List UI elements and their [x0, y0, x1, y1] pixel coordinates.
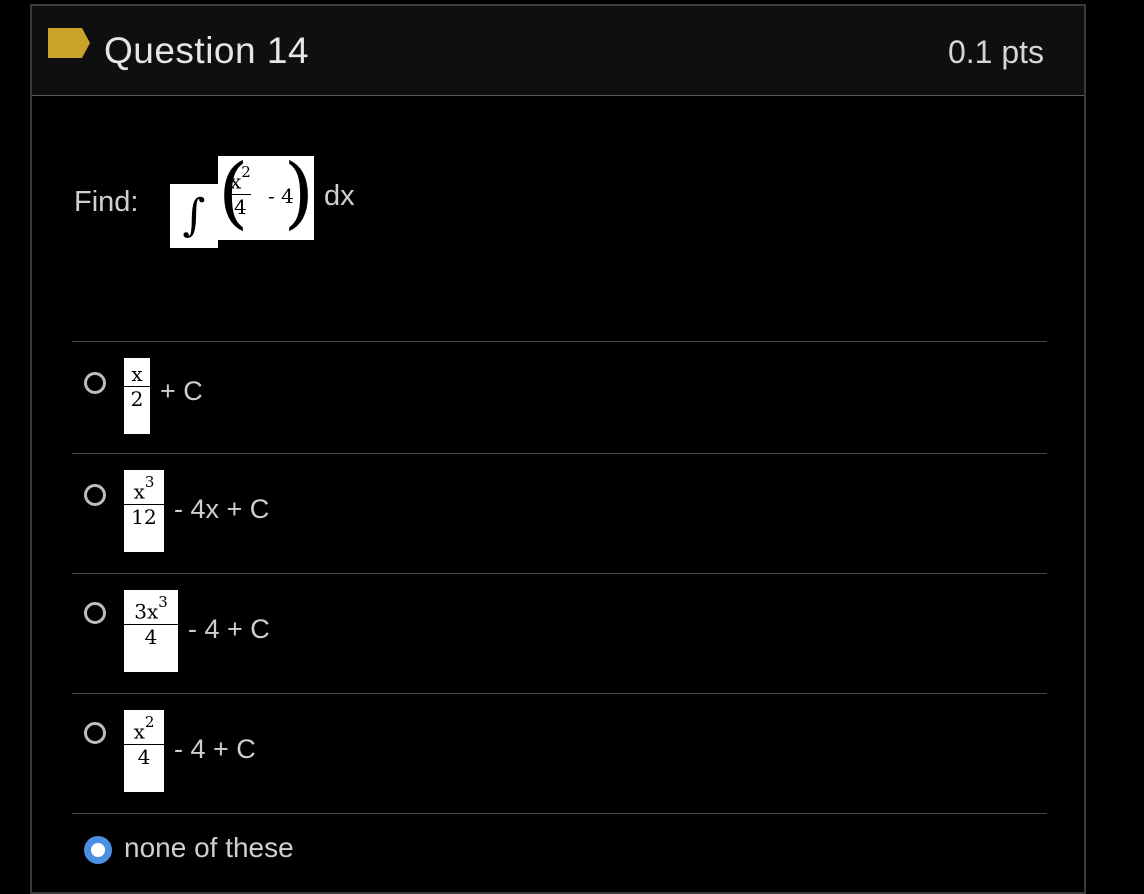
question-card: Question 14 0.1 pts Find: ∫ ( x2 4 - 4 )… [30, 4, 1086, 894]
answer-option-1[interactable]: x 2 + C [72, 341, 1047, 453]
option-2-suffix: - 4x + C [174, 494, 270, 524]
option-5-label: none of these [124, 832, 294, 863]
option-1-fraction: x 2 [124, 358, 150, 434]
option-3-fraction: 3x3 4 [124, 590, 178, 672]
option-2-num-exp: 3 [144, 473, 155, 491]
integral-symbol: ∫ [170, 184, 218, 248]
radio-icon[interactable] [84, 372, 106, 394]
tag-icon [48, 28, 90, 58]
option-4-num-exp: 2 [144, 713, 155, 731]
integrand-num-exp: 2 [241, 163, 251, 181]
option-4-suffix: - 4 + C [174, 734, 256, 764]
question-header: Question 14 0.1 pts [32, 6, 1084, 96]
radio-icon[interactable] [84, 602, 106, 624]
question-title: Question 14 [104, 30, 310, 71]
answer-option-2[interactable]: x3 12 - 4x + C [72, 453, 1047, 573]
option-3-num-base: 3x [134, 599, 159, 624]
integrand-num-base: x [230, 169, 242, 194]
option-2-den: 12 [131, 504, 157, 529]
option-2-num-base: x [133, 479, 145, 504]
radio-selected-icon[interactable] [84, 836, 112, 864]
radio-icon[interactable] [84, 722, 106, 744]
option-4-num-base: x [133, 719, 145, 744]
question-points: 0.1 pts [947, 34, 1044, 70]
prompt-label: Find: [74, 186, 139, 218]
integrand: ( x2 4 - 4 ) [218, 148, 314, 240]
option-1-suffix: + C [160, 376, 203, 406]
option-1-den: 2 [130, 387, 144, 411]
option-4-fraction: x2 4 [124, 710, 164, 792]
answer-option-4[interactable]: x2 4 - 4 + C [72, 693, 1047, 813]
option-3-suffix: - 4 + C [188, 614, 270, 644]
answer-option-3[interactable]: 3x3 4 - 4 + C [72, 573, 1047, 693]
option-3-num-exp: 3 [158, 593, 168, 611]
integrand-den: 4 [234, 194, 247, 219]
differential: dx [324, 180, 355, 212]
right-paren: ) [283, 148, 314, 238]
answer-option-5[interactable]: none of these [72, 813, 1047, 893]
radio-icon[interactable] [84, 484, 106, 506]
option-2-fraction: x3 12 [124, 470, 164, 552]
option-4-den: 4 [137, 744, 151, 769]
answer-options: x 2 + C x3 12 - 4x + C 3x3 4 - 4 + C x2 … [72, 341, 1047, 893]
option-1-num-base: x [131, 362, 143, 386]
option-3-den: 4 [144, 624, 158, 649]
integrand-fraction: x2 4 [230, 163, 251, 219]
